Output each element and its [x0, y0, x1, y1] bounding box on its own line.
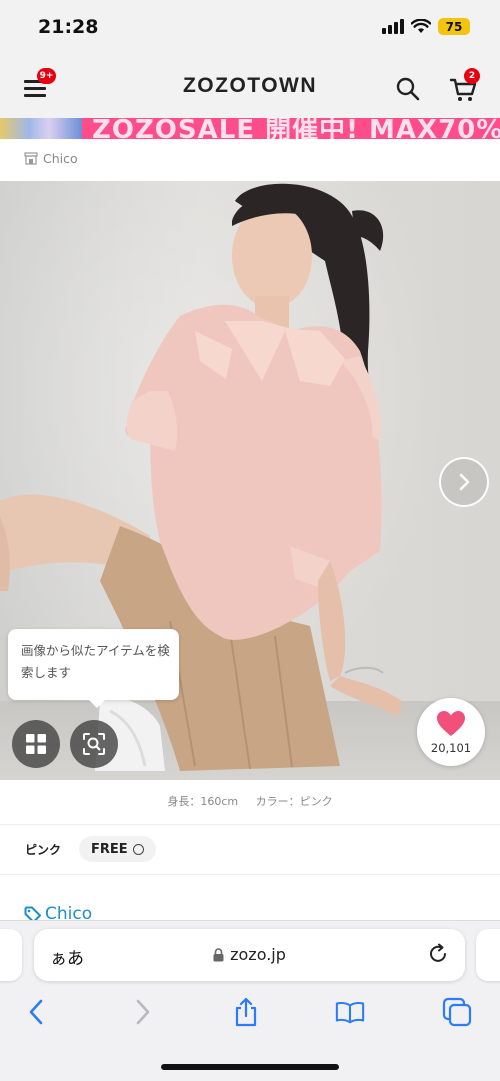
grid-view-button[interactable]: [12, 720, 60, 768]
model-height: 身長：160cm: [167, 795, 239, 808]
bookmarks-icon: [335, 1001, 365, 1024]
stock-circle-icon: [132, 843, 144, 855]
previous-tab-peek[interactable]: [0, 929, 22, 981]
status-time: 21:28: [38, 16, 99, 38]
reload-icon[interactable]: [427, 943, 449, 965]
bookmarks-button[interactable]: [335, 996, 365, 1028]
back-icon: [29, 999, 43, 1025]
favorite-count: 20,101: [430, 741, 472, 755]
share-icon: [235, 997, 257, 1027]
size-chip[interactable]: FREE: [79, 836, 156, 862]
chevron-right-icon: [459, 473, 470, 491]
wifi-icon: [411, 19, 431, 33]
share-button[interactable]: [231, 996, 261, 1028]
image-search-icon: [83, 733, 105, 755]
model-caption: 身長：160cm カラー：ピンク: [0, 780, 500, 825]
home-indicator: [161, 1064, 339, 1070]
status-bar: 21:28 75: [0, 0, 500, 58]
forward-icon: [136, 999, 150, 1025]
variant-row: ピンク FREE: [0, 824, 500, 875]
next-image-button[interactable]: [439, 457, 489, 507]
heart-icon: [437, 711, 465, 736]
lock-icon: [213, 948, 224, 962]
shop-icon: [24, 152, 38, 165]
forward-button[interactable]: [128, 996, 158, 1028]
tabs-button[interactable]: [442, 996, 472, 1028]
signal-icon: [382, 19, 404, 34]
brand-row[interactable]: Chico: [0, 139, 500, 182]
tooltip-text: 画像から似たアイテムを検索します: [21, 643, 170, 680]
search-icon[interactable]: [395, 76, 421, 102]
banner-thumbnail: [0, 118, 82, 139]
status-icons: 75: [382, 18, 470, 35]
brand-name: Chico: [43, 151, 78, 166]
image-search-button[interactable]: [70, 720, 118, 768]
site-logo[interactable]: ZOZOTOWN: [0, 74, 500, 98]
battery-indicator: 75: [438, 18, 470, 35]
sale-banner[interactable]: ZOZOSALE 開催中! MAX70%OFF: [0, 118, 500, 139]
url-text: zozo.jp: [230, 945, 286, 964]
model-color: カラー：ピンク: [255, 795, 333, 808]
variant-color: ピンク: [25, 843, 62, 857]
tabs-icon: [442, 997, 472, 1027]
back-button[interactable]: [21, 996, 51, 1028]
url-display[interactable]: zozo.jp: [34, 945, 465, 964]
banner-text: ZOZOSALE 開催中! MAX70%OFF: [92, 118, 500, 139]
favorite-button[interactable]: 20,101: [417, 698, 485, 766]
product-image[interactable]: 画像から似たアイテムを検索します 20,101: [0, 181, 500, 780]
address-bar[interactable]: ぁあ zozo.jp: [34, 929, 465, 981]
grid-icon: [26, 734, 46, 754]
next-tab-peek[interactable]: [476, 929, 500, 981]
cart-badge: 2: [464, 68, 480, 84]
size-label: FREE: [91, 841, 128, 857]
image-search-tooltip: 画像から似たアイテムを検索します: [8, 629, 179, 708]
